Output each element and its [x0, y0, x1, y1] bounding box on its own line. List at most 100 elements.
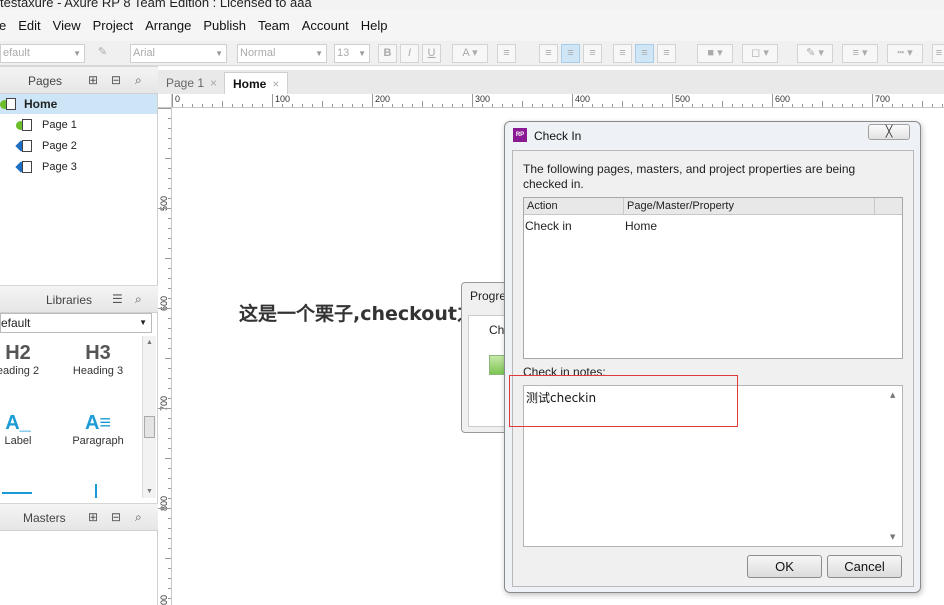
widget-label: Label [4, 435, 32, 447]
ruler-tick [168, 268, 171, 269]
ruler-tick [702, 104, 703, 107]
widget-heading3[interactable]: H3 Heading 3 [68, 342, 128, 377]
paragraph-widget-icon: A≡ [84, 412, 112, 434]
ruler-tick [862, 104, 863, 107]
column-separator [623, 198, 624, 215]
notes-scrollbar[interactable]: ▲ ▼ [886, 386, 902, 546]
ruler-tick [168, 368, 171, 369]
align-right-icon[interactable]: ≡ [583, 44, 602, 63]
tab-page1[interactable]: Page 1 × [158, 72, 225, 94]
arrow-style-button[interactable]: ≡ [932, 44, 944, 63]
scrollbar-thumb[interactable] [144, 416, 155, 438]
page-tree-item-page3[interactable]: Page 3 [0, 157, 157, 177]
ruler-tick [402, 104, 403, 107]
ruler-tick [872, 94, 873, 107]
tab-home[interactable]: Home × [224, 72, 289, 94]
widget-paragraph[interactable]: A≡ Paragraph [68, 412, 128, 447]
underline-button[interactable]: U [422, 44, 441, 63]
page-tree-item-page2[interactable]: Page 2 [0, 136, 157, 156]
window-title: testaxure - Axure RP 8 Team Edition : Li… [0, 0, 312, 10]
add-master-icon[interactable]: ⊞ [88, 510, 98, 524]
ruler-tick [692, 104, 693, 107]
dialog-description: The following pages, masters, and projec… [523, 162, 856, 191]
page-label: Home [24, 97, 58, 111]
ruler-tick [902, 104, 903, 107]
format-painter-icon[interactable]: ✎ [93, 44, 112, 63]
weight-combo[interactable]: Normal ▼ [237, 44, 327, 63]
menu-help[interactable]: Help [355, 18, 394, 33]
menu-team[interactable]: Team [252, 18, 296, 33]
canvas-text-widget[interactable]: 这是一个栗子,checkout之 [239, 299, 476, 326]
horizontal-line-widget-icon[interactable] [2, 492, 32, 496]
close-icon[interactable]: × [210, 76, 217, 90]
line-color-button[interactable]: ✎ ▾ [797, 44, 833, 63]
bullet-list-icon[interactable]: ≡ [497, 44, 516, 63]
table-cell-action[interactable]: Check in [525, 219, 572, 233]
table-cell-item[interactable]: Home [625, 219, 657, 233]
bold-button[interactable]: B [378, 44, 397, 63]
line-style-button[interactable]: ┅ ▾ [887, 44, 923, 63]
ruler-tick [732, 104, 733, 107]
ruler-tick [562, 104, 563, 107]
menu-project[interactable]: Project [87, 18, 139, 33]
size-combo[interactable]: 13 ▼ [334, 44, 370, 63]
column-header-action[interactable]: Action [527, 200, 558, 212]
ruler-tick [272, 94, 273, 107]
library-select[interactable]: efault ▼ [0, 313, 152, 333]
fill-color-button[interactable]: ■ ▾ [697, 44, 733, 63]
vertical-line-widget-icon[interactable] [95, 484, 99, 498]
menu-icon[interactable]: ☰ [112, 292, 123, 306]
shadow-button[interactable]: ◻ ▾ [742, 44, 778, 63]
page-icon [6, 98, 16, 110]
scroll-up-icon[interactable]: ▲ [890, 391, 895, 399]
align-left-icon[interactable]: ≡ [539, 44, 558, 63]
ruler-tick [512, 104, 513, 107]
add-folder-icon[interactable]: ⊟ [111, 73, 121, 87]
align-bottom-icon[interactable]: ≡ [657, 44, 676, 63]
add-page-icon[interactable]: ⊞ [88, 73, 98, 87]
ruler-tick [168, 198, 171, 199]
widget-label-item[interactable]: A_ Label [0, 412, 48, 447]
menu-file[interactable]: e [0, 18, 12, 33]
menu-edit[interactable]: Edit [12, 18, 46, 33]
cancel-button[interactable]: Cancel [827, 555, 902, 578]
close-icon[interactable]: × [272, 77, 279, 91]
search-icon[interactable]: ⌕ [135, 292, 142, 307]
scroll-down-icon[interactable]: ▼ [890, 533, 895, 541]
ruler-tick [168, 538, 171, 539]
style-combo[interactable]: efault ▼ [0, 44, 85, 63]
ruler-tick [168, 338, 171, 339]
page-tree-item-home[interactable]: Home [0, 94, 157, 114]
library-scrollbar[interactable]: ▲ ▼ [142, 336, 156, 498]
ruler-tick [662, 104, 663, 107]
ruler-tick [832, 104, 833, 107]
add-folder-icon[interactable]: ⊟ [111, 510, 121, 524]
font-combo[interactable]: Arial ▼ [130, 44, 227, 63]
ok-button[interactable]: OK [747, 555, 822, 578]
ruler-tick [612, 104, 613, 107]
align-middle-icon[interactable]: ≡ [635, 44, 654, 63]
font-color-button[interactable]: A ▾ [452, 44, 488, 63]
align-center-icon[interactable]: ≡ [561, 44, 580, 63]
menu-view[interactable]: View [47, 18, 87, 33]
scroll-up-icon[interactable]: ▲ [146, 339, 153, 346]
ruler-tick [442, 104, 443, 107]
ruler-tick [672, 94, 673, 107]
page-label: Page 2 [42, 140, 77, 152]
dialog-close-button[interactable]: ╳ [868, 124, 910, 140]
column-header-item[interactable]: Page/Master/Property [627, 200, 734, 212]
ruler-tick [168, 588, 171, 589]
line-width-button[interactable]: ≡ ▾ [842, 44, 878, 63]
search-icon[interactable]: ⌕ [135, 73, 142, 88]
widget-heading2[interactable]: H2 eading 2 [0, 342, 48, 377]
menu-account[interactable]: Account [296, 18, 355, 33]
search-icon[interactable]: ⌕ [135, 510, 142, 525]
menu-publish[interactable]: Publish [197, 18, 252, 33]
menu-bar: e Edit View Project Arrange Publish Team… [0, 10, 944, 41]
checkin-items-table: Action Page/Master/Property Check in Hom… [523, 197, 903, 359]
menu-arrange[interactable]: Arrange [139, 18, 197, 33]
italic-button[interactable]: I [400, 44, 419, 63]
scroll-down-icon[interactable]: ▼ [146, 488, 153, 495]
page-tree-item-page1[interactable]: Page 1 [0, 115, 157, 135]
align-top-icon[interactable]: ≡ [613, 44, 632, 63]
